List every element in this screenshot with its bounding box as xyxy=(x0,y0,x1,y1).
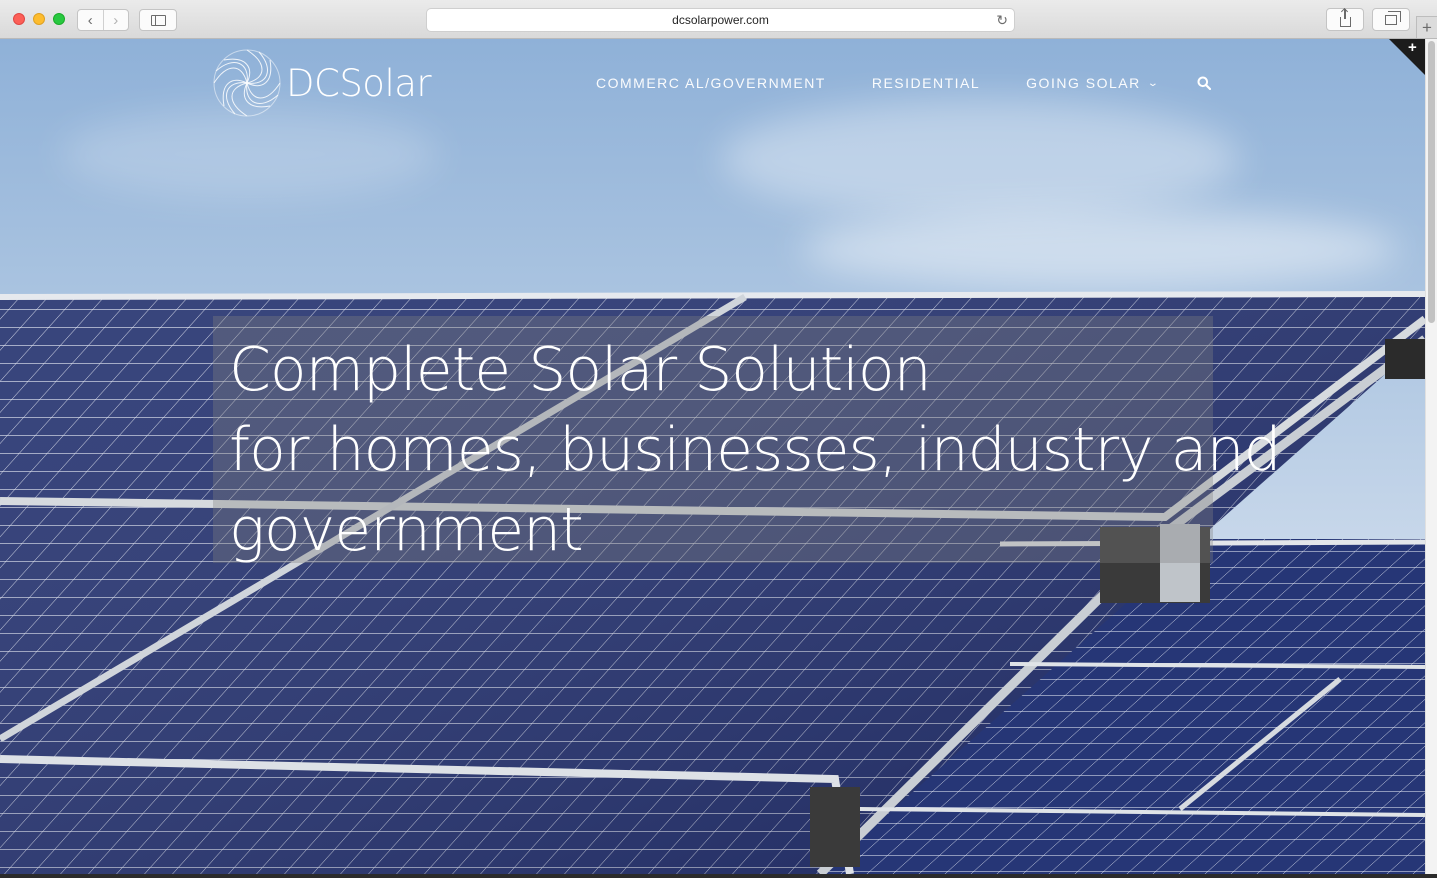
hero-headline-line-1: Complete Solar Solution xyxy=(229,335,932,405)
dcsolar-logo-icon xyxy=(213,49,281,117)
close-window-button[interactable] xyxy=(13,13,25,25)
chevron-left-icon: ‹ xyxy=(87,11,93,29)
page-footer-edge xyxy=(0,874,1437,878)
main-navigation: COMMERC AL/GOVERNMENT RESIDENTIAL GOING … xyxy=(596,75,1205,91)
search-icon[interactable] xyxy=(1197,76,1211,90)
fullscreen-window-button[interactable] xyxy=(53,13,65,25)
hero-headline-line-3: government xyxy=(229,495,584,565)
nav-going-solar-label: GOING SOLAR xyxy=(1026,75,1141,91)
show-sidebar-button[interactable] xyxy=(139,9,177,31)
site-logo[interactable]: DCSolar xyxy=(212,48,432,118)
page-viewport: DCSolar COMMERC AL/GOVERNMENT RESIDENTIA… xyxy=(0,39,1437,878)
logo-text: DCSolar xyxy=(286,61,432,105)
reload-icon[interactable]: ↻ xyxy=(996,12,1008,28)
share-button[interactable] xyxy=(1326,8,1364,31)
hero-image: DCSolar COMMERC AL/GOVERNMENT RESIDENTIA… xyxy=(0,39,1425,874)
share-icon xyxy=(1339,8,1351,27)
browser-toolbar: ‹ › dcsolarpower.com ↻ + xyxy=(0,0,1437,39)
new-tab-button[interactable]: + xyxy=(1416,16,1437,38)
plus-icon: + xyxy=(1422,17,1432,37)
hero-headline-line-2: for homes, businesses, industry and xyxy=(229,415,1282,485)
tabs-icon xyxy=(1385,10,1401,25)
nav-commercial-government[interactable]: COMMERC AL/GOVERNMENT xyxy=(596,75,826,91)
sidebar-icon xyxy=(150,14,166,26)
corner-widget[interactable] xyxy=(1389,39,1425,75)
show-tabs-button[interactable] xyxy=(1372,8,1410,31)
scrollbar-thumb[interactable] xyxy=(1428,41,1435,323)
minimize-window-button[interactable] xyxy=(33,13,45,25)
chevron-right-icon: › xyxy=(113,11,119,29)
back-button[interactable]: ‹ xyxy=(78,10,103,30)
nav-going-solar[interactable]: GOING SOLAR ⌄ xyxy=(1026,75,1158,91)
url-text: dcsolarpower.com xyxy=(672,13,769,27)
chevron-down-icon: ⌄ xyxy=(1146,77,1161,89)
hero-caption: Complete Solar Solution for homes, busin… xyxy=(213,316,1282,565)
address-bar[interactable]: dcsolarpower.com ↻ xyxy=(426,8,1015,32)
nav-residential[interactable]: RESIDENTIAL xyxy=(872,75,980,91)
history-nav: ‹ › xyxy=(77,9,129,31)
plus-icon[interactable]: + xyxy=(1408,39,1417,56)
forward-button[interactable]: › xyxy=(102,10,129,30)
